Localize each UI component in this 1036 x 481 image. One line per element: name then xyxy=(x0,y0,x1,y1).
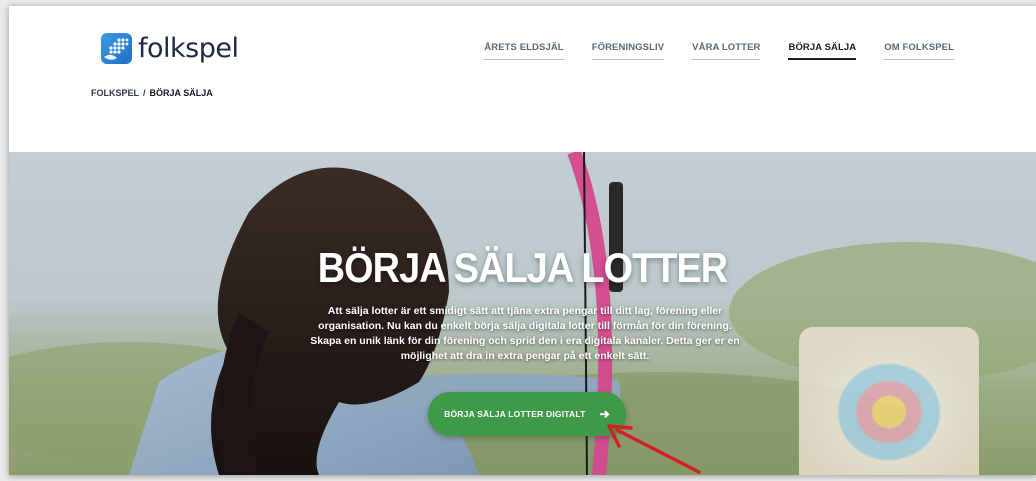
folkspel-logo-icon xyxy=(101,33,132,64)
hero-description: Att sälja lotter är ett smidigt sätt att… xyxy=(310,305,740,362)
nav-item-foreningsliv[interactable]: FÖRENINGSLIV xyxy=(591,42,665,60)
breadcrumb-current: BÖRJA SÄLJA xyxy=(149,88,213,98)
breadcrumb: FOLKSPEL / BÖRJA SÄLJA xyxy=(91,88,213,98)
nav-item-borja-salja[interactable]: BÖRJA SÄLJA xyxy=(788,42,857,60)
breadcrumb-separator: / xyxy=(143,88,146,98)
site-header: folkspel ÅRETS ELDSJÄL FÖRENINGSLIV VÅRA… xyxy=(9,6,1036,152)
start-selling-digital-button[interactable]: BÖRJA SÄLJA LOTTER DIGITALT ➔ xyxy=(428,392,626,436)
cta-label: BÖRJA SÄLJA LOTTER DIGITALT xyxy=(444,409,586,419)
annotation-arrow-icon xyxy=(607,424,701,474)
breadcrumb-root[interactable]: FOLKSPEL xyxy=(91,88,139,98)
site-logo[interactable]: folkspel xyxy=(101,33,239,64)
main-nav: ÅRETS ELDSJÄL FÖRENINGSLIV VÅRA LOTTER B… xyxy=(484,42,954,60)
nav-item-vara-lotter[interactable]: VÅRA LOTTER xyxy=(692,42,761,60)
hero-title: BÖRJA SÄLJA LOTTER xyxy=(317,244,728,291)
browser-viewport: folkspel ÅRETS ELDSJÄL FÖRENINGSLIV VÅRA… xyxy=(9,6,1036,475)
nav-item-om-folkspel[interactable]: OM FOLKSPEL xyxy=(884,42,954,60)
brand-name: folkspel xyxy=(138,33,239,64)
arrow-right-icon: ➔ xyxy=(599,407,610,421)
nav-item-arets-eldsjal[interactable]: ÅRETS ELDSJÄL xyxy=(484,42,564,60)
hero-banner: BÖRJA SÄLJA LOTTER Att sälja lotter är e… xyxy=(9,152,1036,475)
